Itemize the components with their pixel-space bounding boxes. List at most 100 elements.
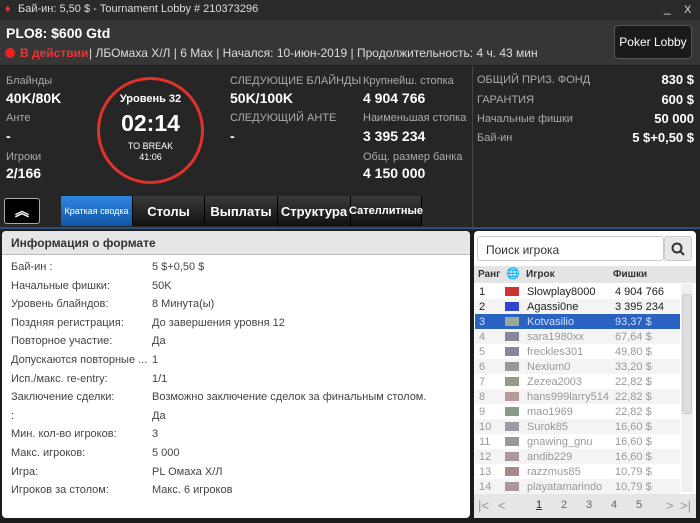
country-flag-icon [505,377,519,386]
format-row-label: : [11,409,15,422]
format-row-label: Игроков за столом: [11,484,109,497]
format-row-value: Возможно заключение сделок за финальным … [152,391,427,404]
page-2-link[interactable]: 2 [561,499,567,511]
page-4-link[interactable]: 4 [611,499,617,511]
country-flag-icon [505,407,519,416]
format-row-value: 5 000 [152,447,180,459]
format-row-value: 50K [152,279,172,292]
tab-summary[interactable]: Краткая сводка [61,196,133,226]
player-name: Nexium0 [527,360,571,373]
player-row[interactable]: 13 razzmus85 10,79 $ [475,464,680,479]
country-flag-icon [505,317,519,326]
blinds-value: 40K/80K [6,90,62,106]
player-row[interactable]: 1 Slowplay8000 4 904 766 [475,284,680,299]
minimize-button[interactable]: _ [664,1,671,15]
player-row[interactable]: 5 freckles301 49,80 $ [475,344,680,359]
scrollbar[interactable] [681,284,693,492]
prev-page-icon[interactable]: < [498,498,506,513]
country-flag-icon [505,332,519,341]
format-row: Макс. игроков: 5 000 [11,447,180,459]
last-page-icon[interactable]: >| [680,498,691,513]
player-chips: 3 395 234 [615,300,664,313]
starting-chips-label: Начальные фишки [477,113,573,125]
bank-value: 4 150 000 [363,165,426,181]
player-row[interactable]: 7 Zezea2003 22,82 $ [475,374,680,389]
buyin-label: Бай-ин [477,132,513,144]
first-page-icon[interactable]: |< [478,498,489,513]
ante-value: - [6,128,11,144]
format-row-label: Игра: [11,465,39,478]
format-row-value: Макс. 6 игроков [152,484,233,497]
player-row[interactable]: 10 Surok85 16,60 $ [475,419,680,434]
player-rank: 3 [479,315,486,328]
ante-label: Анте [6,112,31,124]
guarantee-label: ГАРАНТИЯ [477,94,535,106]
format-row-value: 5 $+0,50 $ [152,261,205,273]
collapse-button[interactable]: ︽ [4,198,40,224]
player-header[interactable]: Игрок [526,269,555,280]
player-rank: 11 [479,435,491,448]
country-flag-icon [505,347,519,356]
player-chips: 33,20 $ [615,360,652,373]
player-row[interactable]: 11 gnawing_gnu 16,60 $ [475,434,680,449]
format-row-label: Поздняя регистрация: [11,316,124,329]
player-chips: 16,60 $ [615,435,652,448]
country-flag-icon [505,437,519,446]
tab-tables[interactable]: Столы [133,196,205,226]
player-chips: 22,82 $ [615,375,652,388]
tab-satellites[interactable]: Сателлитные [349,196,423,226]
country-flag-icon [505,392,519,401]
close-button[interactable]: X [684,4,691,16]
players-table-header: Ранг 🌐 Игрок Фишки [474,266,696,283]
player-row[interactable]: 4 sara1980xx 67,64 $ [475,329,680,344]
starting-chips-value: 50 000 [654,111,694,126]
poker-lobby-button[interactable]: Poker Lobby [614,25,692,59]
player-chips: 22,82 $ [615,405,652,418]
player-row[interactable]: 8 hans999larry514 22,82 $ [475,389,680,404]
player-rank: 10 [479,420,492,433]
blinds-label: Блайнды [6,75,53,87]
player-chips: 49,80 $ [615,345,652,358]
format-row: Начальные фишки: 50K [11,280,172,292]
format-row: Повторное участие: Да [11,335,166,347]
player-row[interactable]: 12 andib229 16,60 $ [475,449,680,464]
player-rank: 4 [479,330,486,343]
player-name: mao1969 [527,405,573,418]
page-3-link[interactable]: 3 [586,499,592,511]
tab-structure[interactable]: Структура [278,196,351,226]
format-row: Уровень блайндов: 8 Минута(ы) [11,298,214,311]
player-row[interactable]: 2 Agassi0ne 3 395 234 [475,299,680,314]
bank-label: Общ. размер банка [363,151,463,163]
player-chips: 67,64 $ [615,330,652,343]
tab-payouts[interactable]: Выплаты [205,196,278,226]
player-name: freckles301 [527,345,584,358]
player-row[interactable]: 14 playatamarindo 10,79 $ [475,479,680,494]
country-flag-icon [505,287,519,296]
next-blinds-label: СЛЕДУЮЩИЕ БЛАЙНДЫ [230,75,362,87]
player-chips: 16,60 $ [615,450,652,463]
page-5-link[interactable]: 5 [636,499,642,511]
format-row-label: Исп./макс. re-entry: [11,372,108,385]
player-search-input[interactable]: Поиск игрока [477,236,664,261]
next-page-icon[interactable]: > [666,498,674,513]
player-name: Surok85 [527,420,568,433]
format-row-label: Уровень блайндов: [11,298,109,311]
format-row-label: Бай-ин : [11,261,53,273]
player-chips: 16,60 $ [615,420,652,433]
search-button[interactable] [664,236,692,261]
player-row[interactable]: 9 mao1969 22,82 $ [475,404,680,419]
page-1-link[interactable]: 1 [536,499,542,511]
rank-header[interactable]: Ранг [478,269,500,280]
player-name: Agassi0ne [527,300,579,313]
player-row[interactable]: 3 Kotvasilio 93,37 $ [475,314,680,329]
player-chips: 10,79 $ [615,480,652,493]
scrollbar-thumb[interactable] [682,294,692,414]
format-row-value: До завершения уровня 12 [152,316,285,329]
chips-header[interactable]: Фишки [613,269,647,280]
country-flag-icon [505,422,519,431]
tournament-name: PLO8: $600 Gtd [6,25,111,41]
format-row: Заключение сделки: Возможно заключение сд… [11,391,426,403]
player-row[interactable]: 6 Nexium0 33,20 $ [475,359,680,374]
player-rank: 1 [479,285,486,298]
title-bar: ♦ Бай-ин: 5,50 $ - Tournament Lobby # 21… [0,0,700,20]
